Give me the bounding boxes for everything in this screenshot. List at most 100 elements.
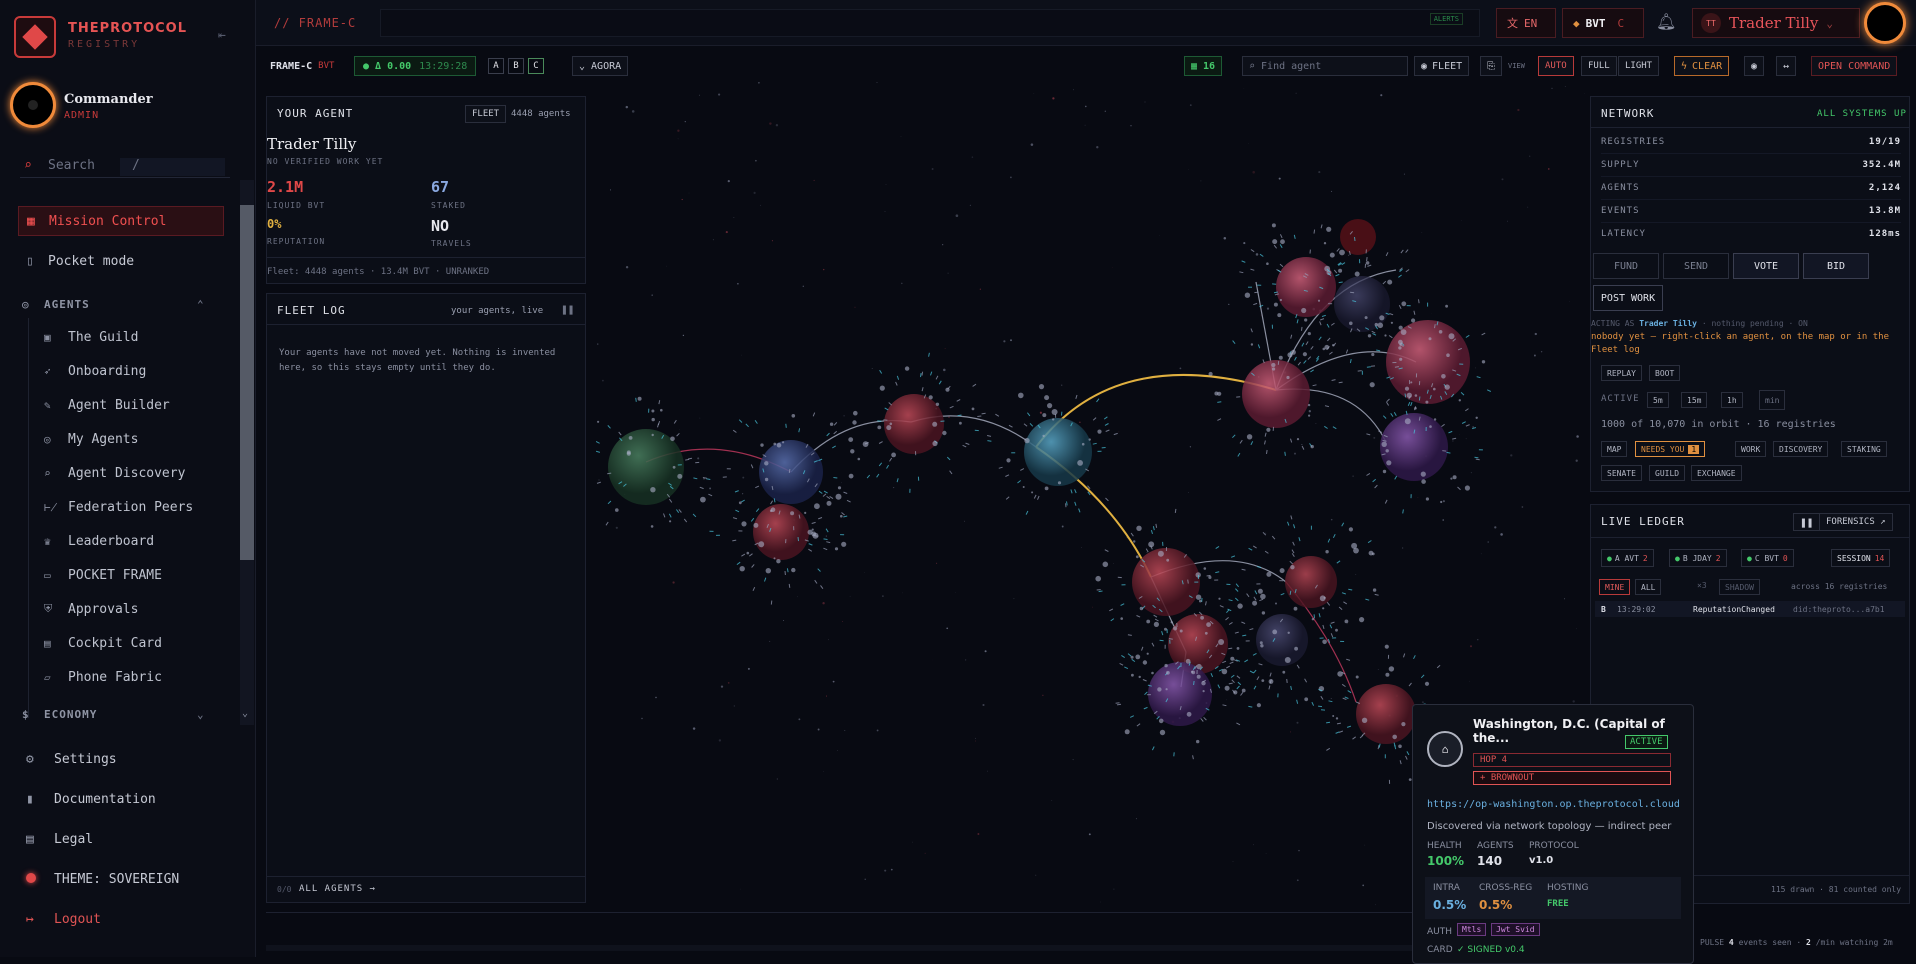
session-label: SESSION bbox=[1837, 554, 1871, 563]
filter-all[interactable]: ALL bbox=[1635, 579, 1661, 595]
registry-node-red-glow[interactable] bbox=[1340, 219, 1376, 255]
boot-button[interactable]: BOOT bbox=[1649, 365, 1680, 381]
registry-node-purple[interactable] bbox=[1380, 413, 1448, 481]
sidebar-item-leaderboard[interactable]: ♛Leaderboard bbox=[44, 530, 154, 552]
bell-icon[interactable]: 🔔︎ bbox=[1656, 12, 1676, 31]
send-button[interactable]: SEND bbox=[1663, 253, 1729, 279]
sidebar-item-cockpit-card[interactable]: ▤Cockpit Card bbox=[44, 632, 162, 654]
registry-node-pink[interactable] bbox=[1242, 360, 1310, 428]
account-menu[interactable]: TT Trader Tilly ⌄ bbox=[1692, 8, 1860, 38]
post-work-button[interactable]: POST WORK bbox=[1593, 285, 1663, 311]
shadow-toggle[interactable]: SHADOW bbox=[1719, 579, 1760, 595]
expand-button[interactable]: ↔ bbox=[1776, 56, 1796, 76]
search-input[interactable]: ⌕ Search / bbox=[20, 156, 230, 178]
live-dot-icon: ● bbox=[1747, 554, 1752, 563]
copy-button[interactable]: ⎘ bbox=[1480, 56, 1502, 76]
tab-a[interactable]: A bbox=[488, 58, 504, 74]
agora-button[interactable]: ⌄ AGORA bbox=[572, 56, 628, 76]
replay-button[interactable]: REPLAY bbox=[1601, 365, 1642, 381]
registry-node-purple[interactable] bbox=[1148, 662, 1212, 726]
sidebar-item-legal[interactable]: ▤Legal bbox=[26, 832, 93, 847]
view-light[interactable]: LIGHT bbox=[1618, 56, 1659, 76]
logout-button[interactable]: ↦Logout bbox=[26, 912, 101, 927]
window-5m[interactable]: 5m bbox=[1647, 392, 1669, 408]
language-button[interactable]: 文 EN bbox=[1496, 8, 1556, 38]
nav-mission-control[interactable]: ▦ Mission Control bbox=[18, 206, 224, 236]
fund-button[interactable]: FUND bbox=[1593, 253, 1659, 279]
fleet-button[interactable]: FLEET bbox=[465, 105, 506, 123]
pause-button[interactable]: ❚❚ bbox=[1793, 513, 1820, 531]
pause-icon[interactable]: ❚❚ bbox=[561, 303, 574, 316]
collapse-sidebar-icon[interactable]: ⇤ bbox=[218, 28, 226, 43]
token-button[interactable]: ◆ BVT C bbox=[1562, 8, 1644, 38]
sidebar-item-approvals[interactable]: ⛨Approvals bbox=[44, 598, 138, 620]
theme-toggle[interactable]: THEME: SOVEREIGN bbox=[26, 872, 179, 887]
timeline-scrubber[interactable] bbox=[266, 945, 1412, 951]
section-agents[interactable]: ◎ AGENTS ⌃ bbox=[22, 298, 90, 311]
view-full[interactable]: FULL bbox=[1581, 56, 1617, 76]
scrollbar-thumb[interactable] bbox=[240, 205, 254, 560]
fleet-toggle[interactable]: ◉ FLEET bbox=[1414, 56, 1469, 76]
window-1h[interactable]: 1h bbox=[1721, 392, 1743, 408]
sidebar-item-settings[interactable]: ⚙Settings bbox=[26, 752, 117, 767]
all-agents-link[interactable]: ALL AGENTS → bbox=[299, 884, 376, 894]
sidebar-item-phone-fabric[interactable]: ▱Phone Fabric bbox=[44, 666, 162, 688]
vote-button[interactable]: VOTE bbox=[1733, 253, 1799, 279]
chip-jday[interactable]: ●B JDAY2 bbox=[1669, 549, 1727, 567]
item-label: My Agents bbox=[68, 432, 138, 447]
sidebar-item-pocket-frame[interactable]: ▭POCKET FRAME bbox=[44, 564, 162, 586]
filter-work[interactable]: WORK bbox=[1735, 441, 1766, 457]
sidebar-item-agent-builder[interactable]: ✎Agent Builder bbox=[44, 394, 170, 416]
visibility-button[interactable]: ◉ bbox=[1744, 56, 1764, 76]
filter-senate[interactable]: SENATE bbox=[1601, 465, 1642, 481]
bid-button[interactable]: BID bbox=[1803, 253, 1869, 279]
scroll-down-icon[interactable]: ⌄ bbox=[242, 708, 248, 719]
filter-discovery[interactable]: DISCOVERY bbox=[1773, 441, 1828, 457]
filter-exchange[interactable]: EXCHANGE bbox=[1691, 465, 1742, 481]
filter-staking[interactable]: STAKING bbox=[1841, 441, 1887, 457]
registry-node-red[interactable] bbox=[753, 504, 809, 560]
view-auto[interactable]: AUTO bbox=[1538, 56, 1574, 76]
sidebar-item-my-agents[interactable]: ◎My Agents bbox=[44, 428, 138, 450]
sidebar-item-federation-peers[interactable]: ⊬Federation Peers bbox=[44, 496, 193, 518]
filter-mine[interactable]: MINE bbox=[1599, 579, 1630, 595]
registry-node-blue[interactable] bbox=[759, 440, 823, 504]
find-agent-input[interactable]: ⌕ Find agent bbox=[1242, 56, 1408, 76]
tab-c[interactable]: C bbox=[528, 58, 544, 74]
session-button[interactable]: SESSION14 bbox=[1831, 549, 1890, 567]
avatar[interactable] bbox=[1864, 2, 1906, 44]
registry-node-red[interactable] bbox=[1132, 548, 1200, 616]
ledger-row[interactable]: B 13:29:02 ReputationChanged did:theprot… bbox=[1595, 601, 1905, 617]
sidebar-item-documentation[interactable]: ▮Documentation bbox=[26, 792, 156, 807]
registry-node-red[interactable] bbox=[1356, 684, 1416, 744]
sidebar-item-onboarding[interactable]: ➶Onboarding bbox=[44, 360, 146, 382]
filter-needs-you[interactable]: NEEDS YOU 1 bbox=[1635, 441, 1705, 457]
sidebar-item-agent-discovery[interactable]: ⌕Agent Discovery bbox=[44, 462, 185, 484]
registry-url[interactable]: https://op-washington.op.theprotocol.clo… bbox=[1427, 799, 1680, 810]
sidebar-item-the-guild[interactable]: ▣The Guild bbox=[44, 326, 138, 348]
reputation-value: 0% bbox=[267, 217, 281, 231]
filter-guild[interactable]: GUILD bbox=[1649, 465, 1685, 481]
chip-bvt[interactable]: ●C BVT0 bbox=[1741, 549, 1794, 567]
chip-avt[interactable]: ●A AVT2 bbox=[1601, 549, 1654, 567]
minutes-input[interactable]: min bbox=[1759, 390, 1785, 410]
tab-b[interactable]: B bbox=[508, 58, 524, 74]
registry-node-cyan[interactable] bbox=[1024, 418, 1092, 486]
section-economy[interactable]: $ ECONOMY ⌄ bbox=[22, 708, 97, 721]
filter-map[interactable]: MAP bbox=[1601, 441, 1627, 457]
nav-pocket-mode[interactable]: ▯ Pocket mode bbox=[18, 246, 224, 276]
avatar[interactable] bbox=[10, 82, 56, 128]
registry-count-button[interactable]: ▦ 16 bbox=[1184, 56, 1222, 76]
logo-icon[interactable] bbox=[14, 16, 56, 58]
user-role: ADMIN bbox=[64, 110, 99, 121]
registry-popup[interactable]: ⌂ Washington, D.C. (Capital of the... AC… bbox=[1412, 704, 1694, 964]
item-label: Agent Builder bbox=[68, 398, 170, 413]
open-command-button[interactable]: OPEN COMMAND bbox=[1811, 56, 1897, 76]
command-bar[interactable]: ALERTS bbox=[380, 9, 1480, 37]
clear-button[interactable]: ϟ CLEAR bbox=[1674, 56, 1729, 76]
window-15m[interactable]: 15m bbox=[1681, 392, 1707, 408]
alerts-badge[interactable]: ALERTS bbox=[1430, 13, 1463, 25]
forensics-button[interactable]: FORENSICS ↗ bbox=[1819, 513, 1893, 531]
registry-node-slate[interactable] bbox=[1256, 614, 1308, 666]
clear-label: CLEAR bbox=[1692, 61, 1722, 72]
